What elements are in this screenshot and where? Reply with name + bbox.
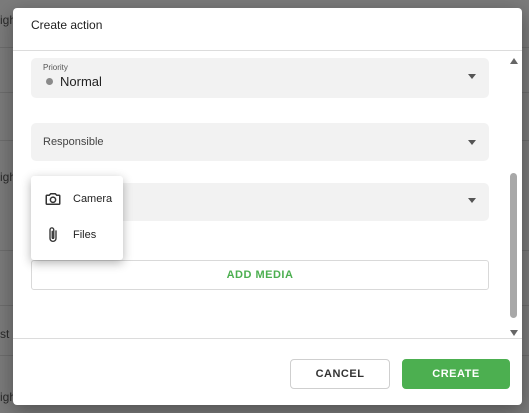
chevron-down-icon [468,140,476,145]
camera-icon [44,190,62,208]
responsible-select[interactable]: Responsible [31,123,489,161]
scrollbar-thumb[interactable] [510,173,517,318]
create-button[interactable]: CREATE [402,359,510,389]
add-media-button[interactable]: ADD MEDIA [31,260,489,290]
media-menu: Camera Files [31,176,123,260]
background-text: st [0,327,10,341]
cancel-button[interactable]: CANCEL [290,359,390,389]
scrollbar[interactable] [508,56,519,338]
priority-dot-icon [46,78,53,85]
menu-item-label: Files [73,229,97,241]
chevron-down-icon [468,74,476,79]
menu-item-files[interactable]: Files [31,217,123,253]
chevron-down-icon [468,198,476,203]
dialog-footer: CANCEL CREATE [13,338,522,405]
responsible-placeholder: Responsible [43,136,104,148]
dialog-title: Create action [31,18,103,32]
priority-value: Normal [60,74,102,89]
scroll-up-icon[interactable] [510,58,518,64]
priority-label: Priority [43,63,68,72]
dialog-header: Create action [13,8,522,51]
scroll-down-icon[interactable] [510,330,518,336]
menu-item-label: Camera [73,193,113,205]
paperclip-icon [44,226,62,244]
menu-item-camera[interactable]: Camera [31,181,123,217]
priority-select[interactable]: Priority Normal [31,58,489,98]
